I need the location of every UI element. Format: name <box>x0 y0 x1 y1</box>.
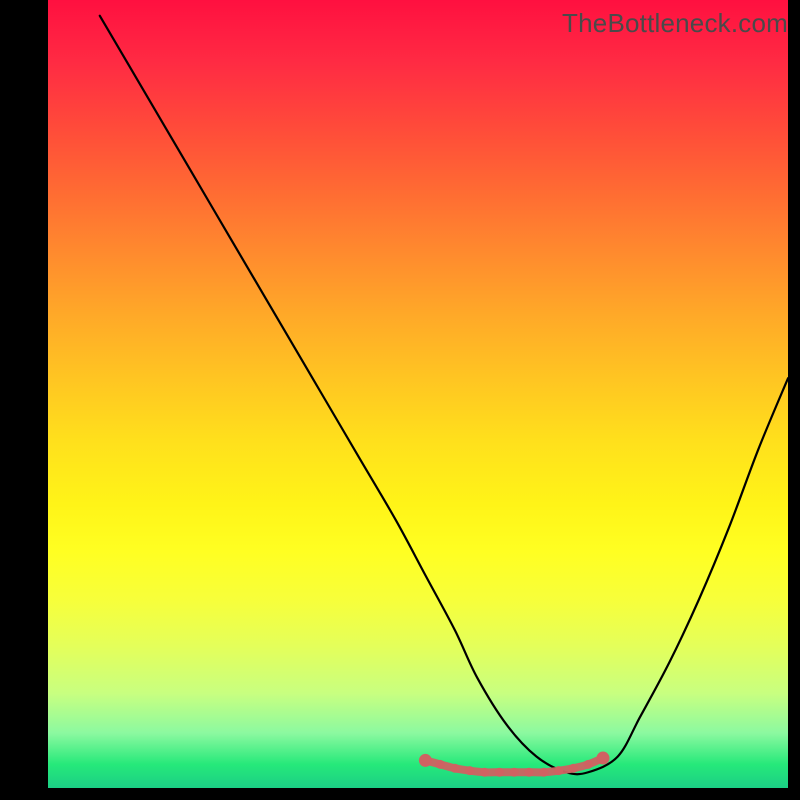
marker-dot <box>419 754 432 767</box>
chart-svg <box>48 0 788 788</box>
marker-dot <box>584 760 593 769</box>
marker-dot <box>569 764 578 773</box>
frame-right <box>788 0 800 800</box>
marker-dot <box>539 768 548 777</box>
chart-stage <box>0 0 800 800</box>
marker-dot <box>480 768 489 777</box>
chart-inner <box>48 0 788 788</box>
marker-dot <box>597 752 610 765</box>
marker-dot <box>554 766 563 775</box>
marker-dot <box>495 768 504 777</box>
marker-dot <box>436 760 445 769</box>
frame-bottom <box>0 788 800 800</box>
marker-dot <box>451 764 460 773</box>
black-curve <box>100 16 788 774</box>
frame-left <box>0 0 48 800</box>
marker-dot <box>525 768 534 777</box>
marker-dot <box>510 768 519 777</box>
marker-dot <box>465 766 474 775</box>
watermark-text: TheBottleneck.com <box>562 8 788 39</box>
